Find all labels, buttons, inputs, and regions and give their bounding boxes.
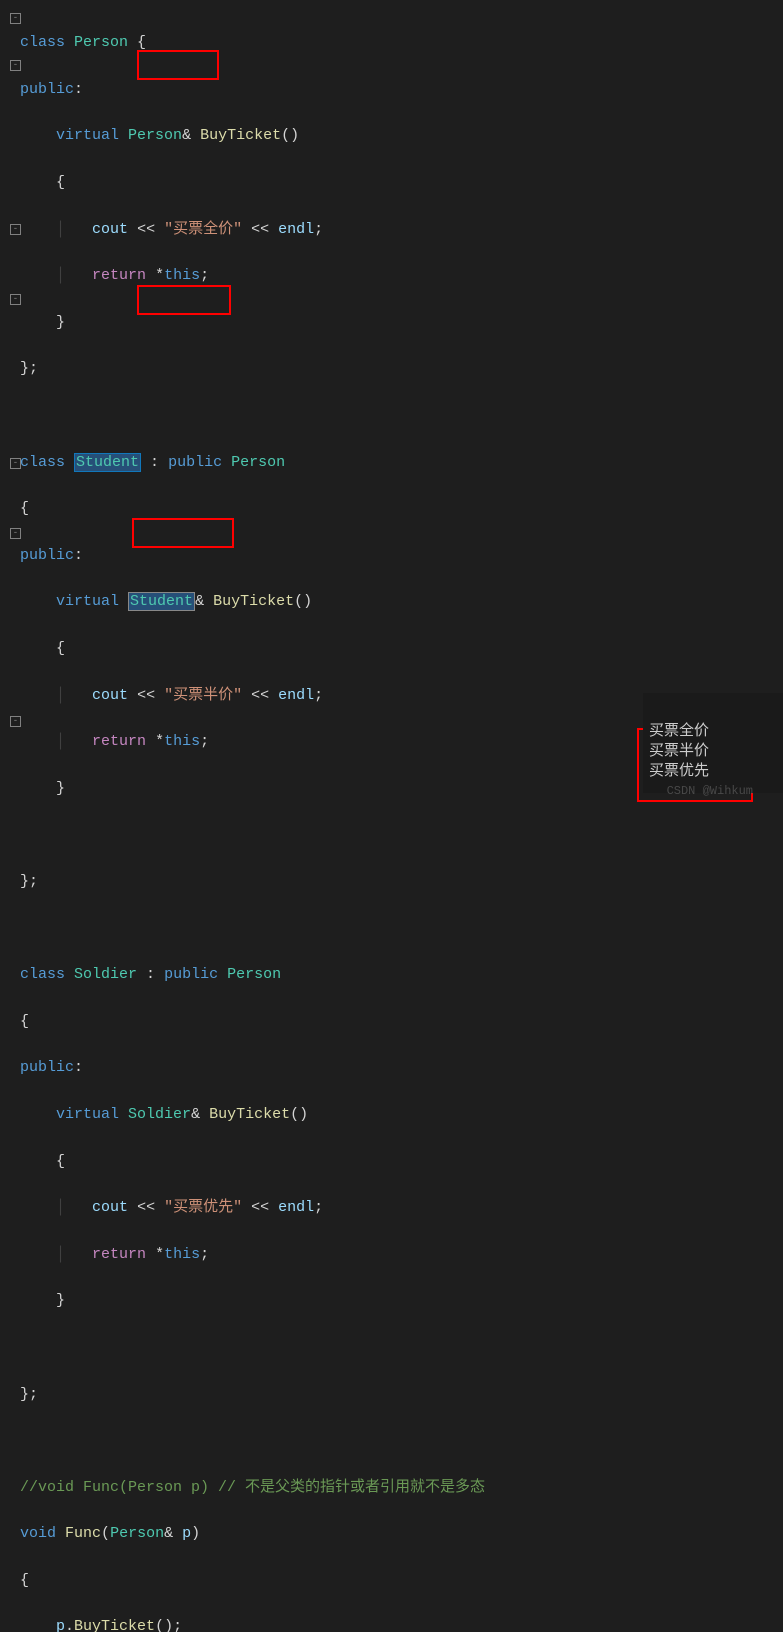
code-line: │ return *this;: [20, 264, 783, 287]
code-line: {: [20, 1010, 783, 1033]
console-window: 买票全价 买票半价 买票优先: [643, 693, 783, 793]
code-line: //void Func(Person p) // 不是父类的指针或者引用就不是多…: [20, 1476, 783, 1499]
code-line: virtual Person& BuyTicket(): [20, 124, 783, 147]
code-line: p.BuyTicket();: [20, 1615, 783, 1632]
console-line: 买票优先: [649, 761, 777, 781]
code-line: virtual Soldier& BuyTicket(): [20, 1103, 783, 1126]
gutter: - - - - - - -: [0, 0, 20, 816]
code-line: };: [20, 357, 783, 380]
blank-line: [20, 404, 783, 427]
console-output: 买票全价 买票半价 买票优先: [643, 715, 783, 787]
code-line: │ return *this;: [20, 1243, 783, 1266]
code-line: {: [20, 1150, 783, 1173]
code-line: class Student : public Person: [20, 451, 783, 474]
code-line: }: [20, 311, 783, 334]
watermark: CSDN @Wihkum: [667, 784, 753, 798]
code-line: virtual Student& BuyTicket(): [20, 590, 783, 613]
code-line: │ cout << "买票全价" << endl;: [20, 218, 783, 241]
code-line: class Soldier : public Person: [20, 963, 783, 986]
blank-line: [20, 823, 783, 846]
blank-line: [20, 1429, 783, 1452]
code-line: public:: [20, 1056, 783, 1079]
code-line: public:: [20, 544, 783, 567]
code-editor[interactable]: class Person { public: virtual Person& B…: [20, 0, 783, 1632]
code-line: {: [20, 497, 783, 520]
code-line: {: [20, 171, 783, 194]
code-line: public:: [20, 78, 783, 101]
code-line: {: [20, 637, 783, 660]
code-line: class Person {: [20, 31, 783, 54]
code-line: {: [20, 1569, 783, 1592]
code-line: │ cout << "买票优先" << endl;: [20, 1196, 783, 1219]
code-line: };: [20, 1383, 783, 1406]
console-line: 买票全价: [649, 721, 777, 741]
code-line: void Func(Person& p): [20, 1522, 783, 1545]
blank-line: [20, 1336, 783, 1359]
blank-line: [20, 917, 783, 940]
code-line: }: [20, 1289, 783, 1312]
console-line: 买票半价: [649, 741, 777, 761]
code-line: };: [20, 870, 783, 893]
